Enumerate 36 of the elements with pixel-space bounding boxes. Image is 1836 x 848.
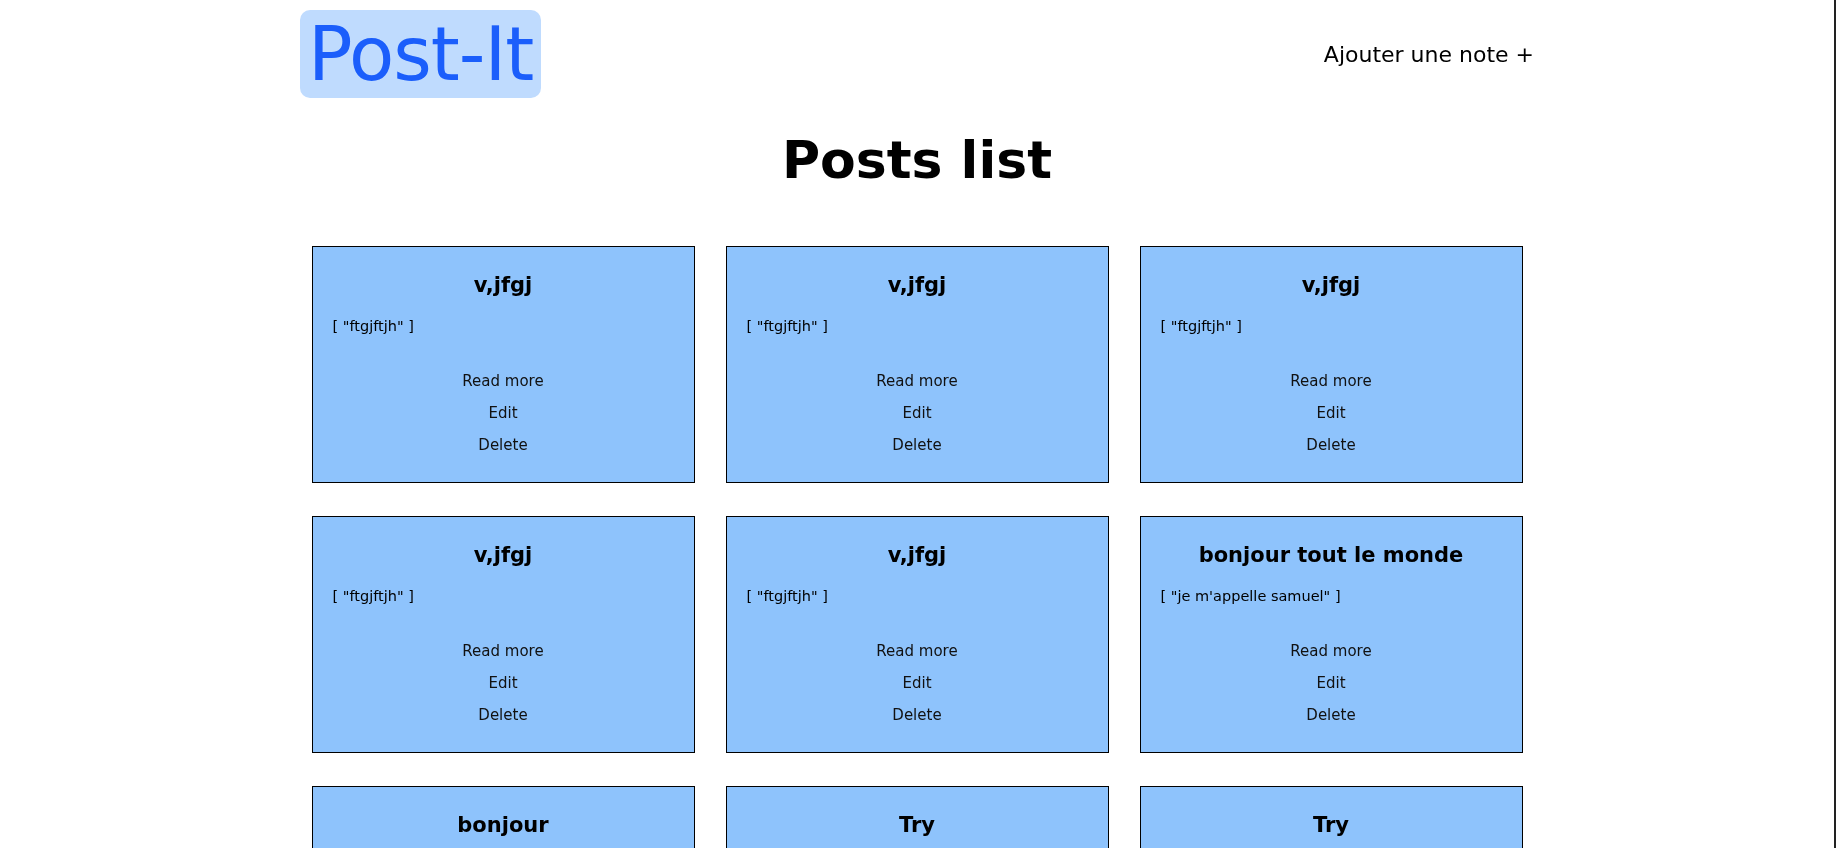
delete-link[interactable]: Delete — [892, 705, 942, 725]
post-title: v,jfgj — [887, 542, 947, 568]
post-body: [ "je m'appelle samuel" ] — [1160, 587, 1341, 606]
post-title: v,jfgj — [473, 272, 533, 298]
post-body: [ "ftgjftjh" ] — [332, 317, 414, 336]
delete-link[interactable]: Delete — [892, 435, 942, 455]
delete-link[interactable]: Delete — [478, 435, 528, 455]
post-body: [ "ftgjftjh" ] — [746, 317, 828, 336]
post-body: [ "ftgjftjh" ] — [746, 587, 828, 606]
read-more-link[interactable]: Read more — [1290, 371, 1372, 391]
page-title: Posts list — [781, 129, 1053, 192]
add-note-link[interactable]: Ajouter une note + — [1323, 37, 1534, 71]
logo-link[interactable]: Post-It — [300, 10, 542, 98]
edit-link[interactable]: Edit — [902, 673, 932, 693]
post-title: v,jfgj — [1301, 272, 1361, 298]
edit-link[interactable]: Edit — [488, 403, 518, 423]
read-more-link[interactable]: Read more — [462, 371, 544, 391]
post-title: Try — [898, 812, 936, 838]
post-title: bonjour — [457, 812, 549, 838]
post-title: v,jfgj — [473, 542, 533, 568]
post-title: Try — [1312, 812, 1350, 838]
post-title: v,jfgj — [887, 272, 947, 298]
edit-link[interactable]: Edit — [902, 403, 932, 423]
delete-link[interactable]: Delete — [1306, 705, 1356, 725]
read-more-link[interactable]: Read more — [876, 371, 958, 391]
read-more-link[interactable]: Read more — [876, 641, 958, 661]
edit-link[interactable]: Edit — [488, 673, 518, 693]
post-title: bonjour tout le monde — [1198, 542, 1464, 568]
edit-link[interactable]: Edit — [1316, 403, 1346, 423]
delete-link[interactable]: Delete — [1306, 435, 1356, 455]
edit-link[interactable]: Edit — [1316, 673, 1346, 693]
read-more-link[interactable]: Read more — [462, 641, 544, 661]
post-body: [ "ftgjftjh" ] — [1160, 317, 1242, 336]
post-body: [ "ftgjftjh" ] — [332, 587, 414, 606]
read-more-link[interactable]: Read more — [1290, 641, 1372, 661]
delete-link[interactable]: Delete — [478, 705, 528, 725]
